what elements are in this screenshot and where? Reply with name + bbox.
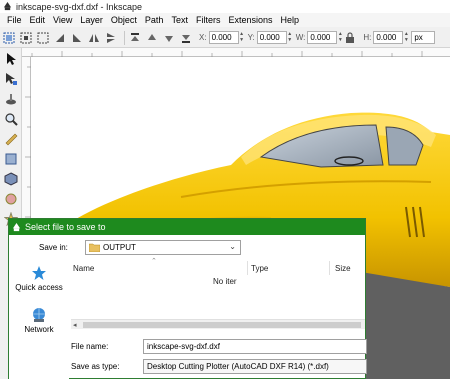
scroll-left-icon[interactable]: ◂ <box>73 321 77 329</box>
h-field[interactable]: 0.000 <box>373 31 404 44</box>
w-field[interactable]: 0.000 <box>307 31 338 44</box>
x-coordinate: X: 0.000 ▲ ▼ <box>199 31 245 44</box>
menu-view[interactable]: View <box>49 15 76 25</box>
save-file-dialog: Select file to save to Save in: OUTPUT ⌄… <box>8 218 367 379</box>
select-all-layers-icon[interactable] <box>19 31 33 45</box>
menu-object[interactable]: Object <box>107 15 141 25</box>
node-tool-icon[interactable] <box>3 71 19 87</box>
quick-access-label: Quick access <box>15 283 63 292</box>
sort-caret-icon: ⌃ <box>151 258 157 265</box>
empty-list-message: No iter <box>213 277 237 286</box>
dialog-titlebar: Select file to save to <box>9 219 365 235</box>
deselect-icon[interactable] <box>36 31 50 45</box>
chevron-down-icon: ⌄ <box>229 242 236 251</box>
menu-layer[interactable]: Layer <box>76 15 107 25</box>
lower-icon[interactable] <box>162 31 176 45</box>
save-in-value: OUTPUT <box>103 243 136 252</box>
scrollbar-thumb[interactable] <box>83 322 361 328</box>
x-label: X: <box>199 33 207 42</box>
horizontal-ruler[interactable] <box>22 48 450 57</box>
rotate-cw-icon[interactable] <box>70 31 84 45</box>
column-header-size[interactable]: Size <box>335 264 351 273</box>
star-icon <box>32 266 46 280</box>
menu-path[interactable]: Path <box>141 15 168 25</box>
save-in-label: Save in: <box>39 243 68 252</box>
place-quick-access[interactable]: Quick access <box>9 265 69 292</box>
select-all-icon[interactable] <box>2 31 16 45</box>
y-field[interactable]: 0.000 <box>256 31 287 44</box>
y-coordinate: Y: 0.000 ▲ ▼ <box>248 31 293 44</box>
places-bar: Quick access Network <box>9 257 69 379</box>
horizontal-scrollbar[interactable]: ◂ <box>71 319 365 329</box>
flip-vertical-icon[interactable] <box>104 31 118 45</box>
x-spinner[interactable]: ▲ ▼ <box>239 31 245 44</box>
menu-edit[interactable]: Edit <box>26 15 50 25</box>
file-name-row: File name: inkscape-svg-dxf.dxf <box>71 339 367 354</box>
lock-proportions-icon[interactable] <box>343 31 357 45</box>
menu-extensions[interactable]: Extensions <box>224 15 276 25</box>
save-as-type-row: Save as type: Desktop Cutting Plotter (A… <box>71 359 367 374</box>
y-spinner[interactable]: ▲ ▼ <box>287 31 293 44</box>
save-as-type-dropdown[interactable]: Desktop Cutting Plotter (AutoCAD DXF R14… <box>143 359 367 374</box>
inkscape-logo-icon <box>3 2 12 11</box>
window-titlebar: inkscape-svg-dxf.dxf - Inkscape <box>0 0 450 13</box>
flip-horizontal-icon[interactable] <box>87 31 101 45</box>
zoom-tool-icon[interactable] <box>3 111 19 127</box>
unit-select[interactable]: px <box>411 31 436 44</box>
tweak-tool-icon[interactable] <box>3 91 19 107</box>
folder-icon <box>89 243 100 252</box>
inkscape-logo-icon <box>12 222 21 231</box>
column-divider[interactable] <box>247 261 248 275</box>
save-as-type-label: Save as type: <box>71 362 120 371</box>
menu-help[interactable]: Help <box>276 15 303 25</box>
measure-tool-icon[interactable] <box>3 131 19 147</box>
3d-box-tool-icon[interactable] <box>3 171 19 187</box>
raise-icon[interactable] <box>145 31 159 45</box>
window-title: inkscape-svg-dxf.dxf - Inkscape <box>16 1 143 12</box>
network-icon <box>33 308 45 322</box>
height-coordinate: H: 0.000 ▲ ▼ <box>363 31 409 44</box>
selector-tool-icon[interactable] <box>3 51 19 67</box>
x-field[interactable]: 0.000 <box>208 31 239 44</box>
column-header-type[interactable]: Type <box>251 264 268 273</box>
save-in-dropdown[interactable]: OUTPUT ⌄ <box>85 240 241 255</box>
h-spinner[interactable]: ▲ ▼ <box>403 31 409 44</box>
raise-to-top-icon[interactable] <box>128 31 142 45</box>
rectangle-tool-icon[interactable] <box>3 151 19 167</box>
column-header-name[interactable]: Name <box>73 264 94 273</box>
toolbar-separator <box>124 30 125 45</box>
w-label: W: <box>295 33 306 42</box>
menu-bar: File Edit View Layer Object Path Text Fi… <box>0 13 450 27</box>
save-in-row: Save in: OUTPUT ⌄ <box>39 240 241 255</box>
lower-to-bottom-icon[interactable] <box>179 31 193 45</box>
file-list[interactable]: ⌃ Name Type Size No iter <box>71 257 365 327</box>
column-divider[interactable] <box>329 261 330 275</box>
menu-text[interactable]: Text <box>167 15 192 25</box>
dialog-title: Select file to save to <box>25 222 106 232</box>
rotate-ccw-icon[interactable] <box>53 31 67 45</box>
place-network[interactable]: Network <box>9 307 69 334</box>
tool-controls-bar: X: 0.000 ▲ ▼ Y: 0.000 ▲ ▼ W: 0.000 ▲ ▼ H: 0… <box>0 28 450 48</box>
y-label: Y: <box>247 33 255 42</box>
menu-file[interactable]: File <box>3 15 26 25</box>
network-label: Network <box>24 325 54 334</box>
file-name-input[interactable]: inkscape-svg-dxf.dxf <box>143 339 367 354</box>
file-name-label: File name: <box>71 342 109 351</box>
menu-filters[interactable]: Filters <box>192 15 225 25</box>
width-coordinate: W: 0.000 ▲ ▼ <box>296 31 344 44</box>
ellipse-tool-icon[interactable] <box>3 191 19 207</box>
h-label: H: <box>363 33 372 42</box>
